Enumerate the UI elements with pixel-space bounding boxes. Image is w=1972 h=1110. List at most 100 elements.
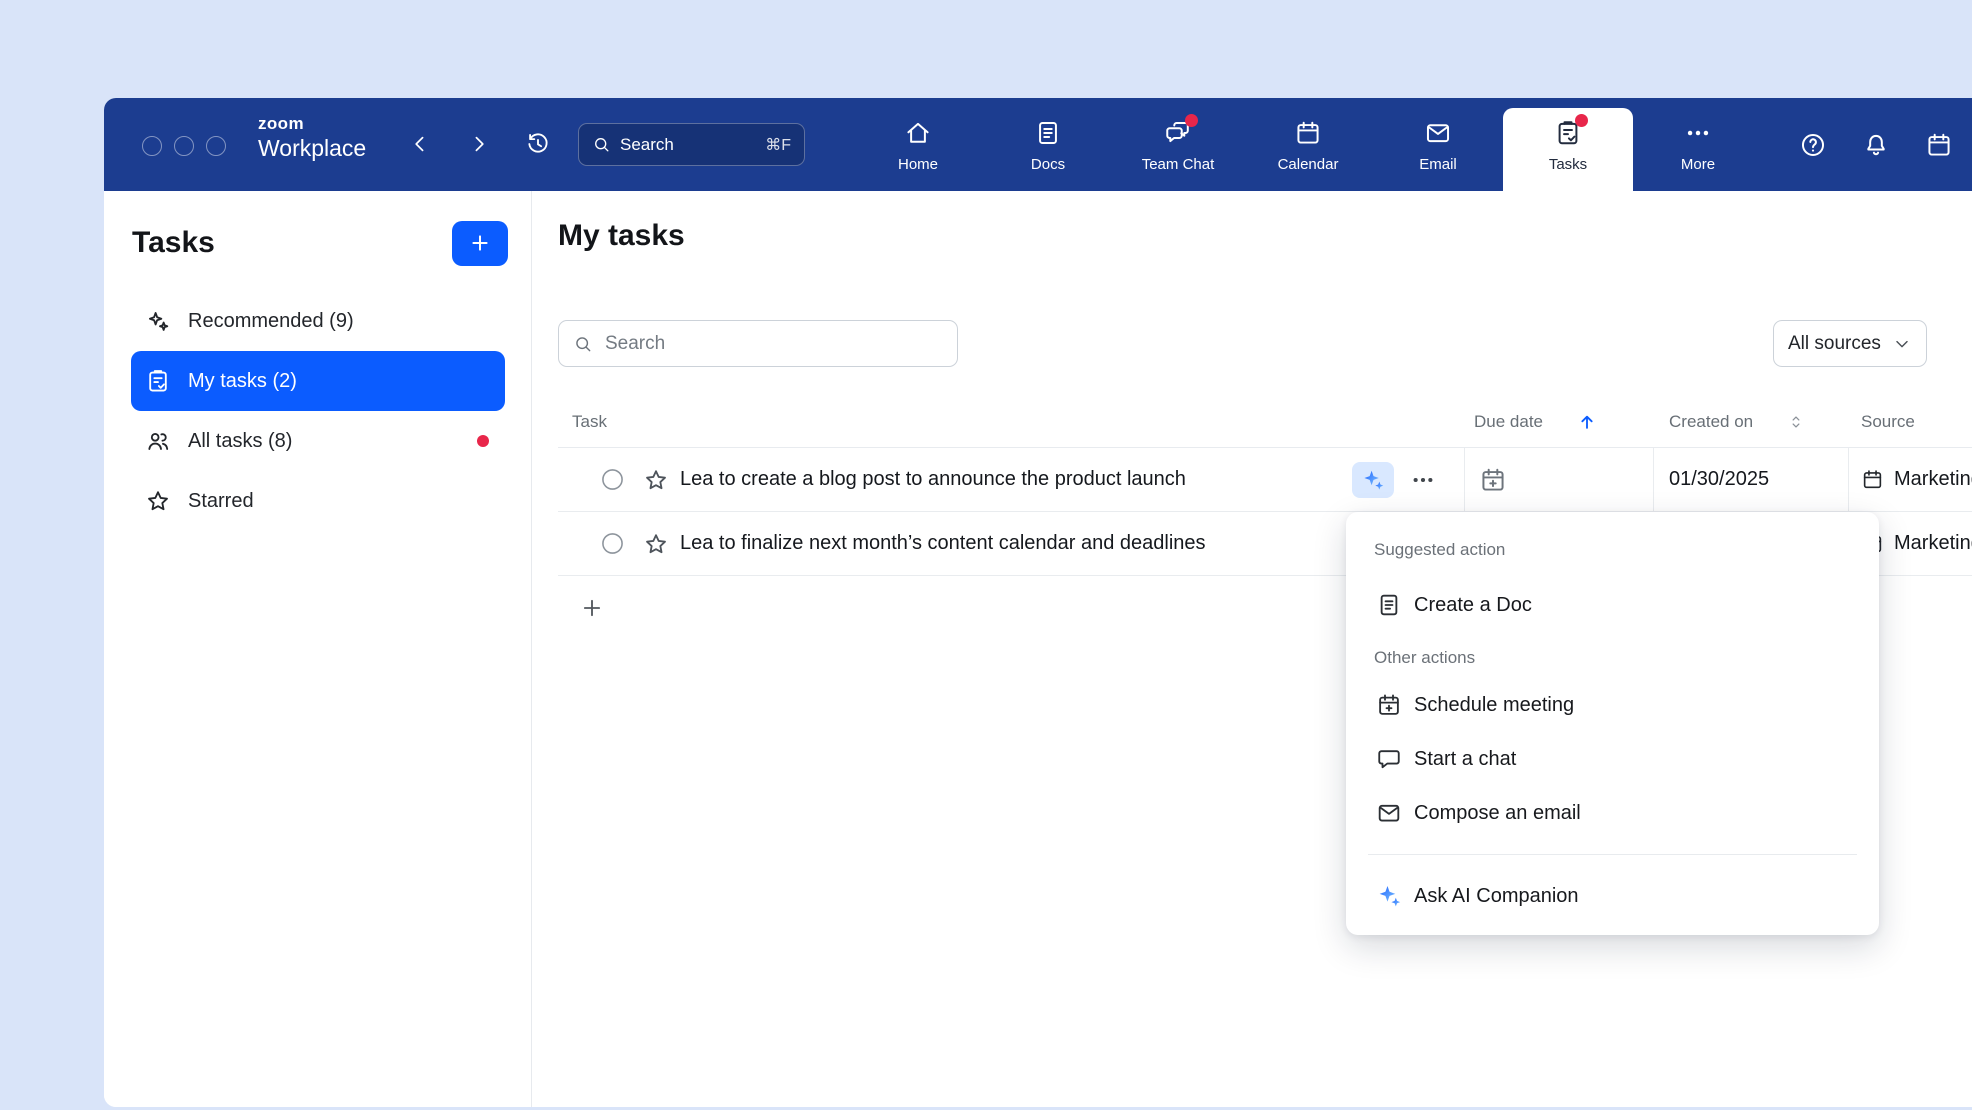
chevron-left-icon [408,132,432,156]
star-icon [145,488,171,514]
nav-item-email[interactable]: Email [1373,98,1503,191]
sidebar-item-recommended[interactable]: Recommended (9) [131,291,505,351]
more-icon [1684,119,1712,147]
source-label: Marketing [1894,468,1972,491]
ai-sparkle-icon [1376,883,1402,909]
back-button[interactable] [405,129,435,159]
sidebar-item-label: Recommended (9) [188,310,354,333]
menu-section-label: Suggested action [1346,530,1879,570]
nav-item-calendar[interactable]: Calendar [1243,98,1373,191]
notifications-button[interactable] [1862,131,1890,159]
sort-ascending-icon[interactable] [1577,412,1597,432]
topbar-right-actions [1799,98,1953,191]
nav-label: Tasks [1549,156,1587,173]
task-title: Lea to finalize next month’s content cal… [680,532,1206,555]
chevron-down-icon [1892,334,1912,354]
history-button[interactable] [523,129,553,159]
forward-button[interactable] [464,129,494,159]
sidebar-navigation: Recommended (9) My tasks (2) All tasks (… [131,291,505,531]
add-due-date-icon[interactable] [1479,466,1507,494]
menu-item-compose-email[interactable]: Compose an email [1346,786,1879,840]
task-checkbox[interactable] [600,531,625,556]
star-toggle[interactable] [643,531,669,557]
calendar-icon [1294,119,1322,147]
email-icon [1424,119,1452,147]
plus-icon [468,231,492,255]
sidebar-item-starred[interactable]: Starred [131,471,505,531]
notification-badge [1575,114,1588,127]
schedule-button[interactable] [1925,131,1953,159]
menu-divider [1368,854,1857,855]
task-row[interactable]: Lea to create a blog post to announce th… [558,448,1972,512]
chevron-right-icon [467,132,491,156]
page-title: My tasks [558,219,685,253]
search-icon [573,334,593,354]
sidebar-item-all-tasks[interactable]: All tasks (8) [131,411,505,471]
zoom-workplace-logo: zoom Workplace [258,115,366,160]
nav-item-home[interactable]: Home [853,98,983,191]
calendar-icon [1861,468,1884,491]
created-on-value: 01/30/2025 [1669,468,1769,491]
column-header-due-date[interactable]: Due date [1465,412,1654,432]
plus-icon [579,595,605,621]
menu-item-create-doc[interactable]: Create a Doc [1346,578,1879,632]
sort-toggle-icon[interactable] [1787,413,1805,431]
nav-item-more[interactable]: More [1633,98,1763,191]
sidebar-item-my-tasks[interactable]: My tasks (2) [131,351,505,411]
menu-item-ask-ai-companion[interactable]: Ask AI Companion [1346,869,1879,923]
bell-icon [1862,131,1890,159]
window-control-button[interactable] [142,136,162,156]
sidebar-item-label: All tasks (8) [188,430,292,453]
window-control-button[interactable] [206,136,226,156]
calendar-icon [1925,131,1953,159]
task-checkbox[interactable] [600,467,625,492]
nav-item-team-chat[interactable]: Team Chat [1113,98,1243,191]
source-filter-dropdown[interactable]: All sources [1773,320,1927,367]
column-header-source: Source [1849,412,1972,432]
ai-companion-button[interactable] [1352,462,1394,498]
sidebar-item-label: Starred [188,490,254,513]
more-actions-button[interactable] [1410,467,1436,493]
new-task-button[interactable] [452,221,508,266]
chat-bubble-icon [1376,746,1402,772]
column-header-created-on[interactable]: Created on [1654,412,1849,432]
help-icon [1799,131,1827,159]
task-search-field[interactable] [558,320,958,367]
primary-navigation: Home Docs Team Chat Calendar Email [853,98,1763,191]
task-title: Lea to create a blog post to announce th… [680,468,1186,491]
ai-sparkle-icon [1361,468,1385,492]
window-control-button[interactable] [174,136,194,156]
nav-label: Team Chat [1142,156,1215,173]
source-label: Marketing [1894,532,1972,555]
sidebar-title: Tasks [132,226,215,260]
sidebar-item-label: My tasks (2) [188,370,297,393]
notification-badge [1185,114,1198,127]
tasks-sidebar: Tasks Recommended (9) My tasks (2) All t… [104,191,532,1107]
global-search[interactable]: Search ⌘F [578,123,805,166]
app-window: zoom Workplace Search ⌘F Home Docs [104,98,1972,1107]
logo-product: Workplace [258,137,366,160]
help-button[interactable] [1799,131,1827,159]
search-shortcut: ⌘F [765,135,791,155]
nav-item-docs[interactable]: Docs [983,98,1113,191]
menu-item-schedule-meeting[interactable]: Schedule meeting [1346,678,1879,732]
table-header: Task Due date Created on Source [558,396,1972,448]
ellipsis-icon [1410,467,1436,493]
global-search-label: Search [620,135,674,155]
sparkles-icon [145,308,171,334]
menu-item-start-chat[interactable]: Start a chat [1346,732,1879,786]
task-search-input[interactable] [603,332,943,356]
nav-item-tasks[interactable]: Tasks [1503,108,1633,191]
home-icon [904,119,932,147]
nav-label: More [1681,156,1715,173]
nav-label: Home [898,156,938,173]
column-header-task: Task [558,412,1465,432]
source-filter-label: All sources [1788,333,1881,355]
star-toggle[interactable] [643,467,669,493]
clipboard-check-icon [145,368,171,394]
menu-section-label: Other actions [1346,638,1879,678]
nav-label: Email [1419,156,1457,173]
docs-icon [1034,119,1062,147]
calendar-plus-icon [1376,692,1402,718]
window-controls [142,136,226,156]
